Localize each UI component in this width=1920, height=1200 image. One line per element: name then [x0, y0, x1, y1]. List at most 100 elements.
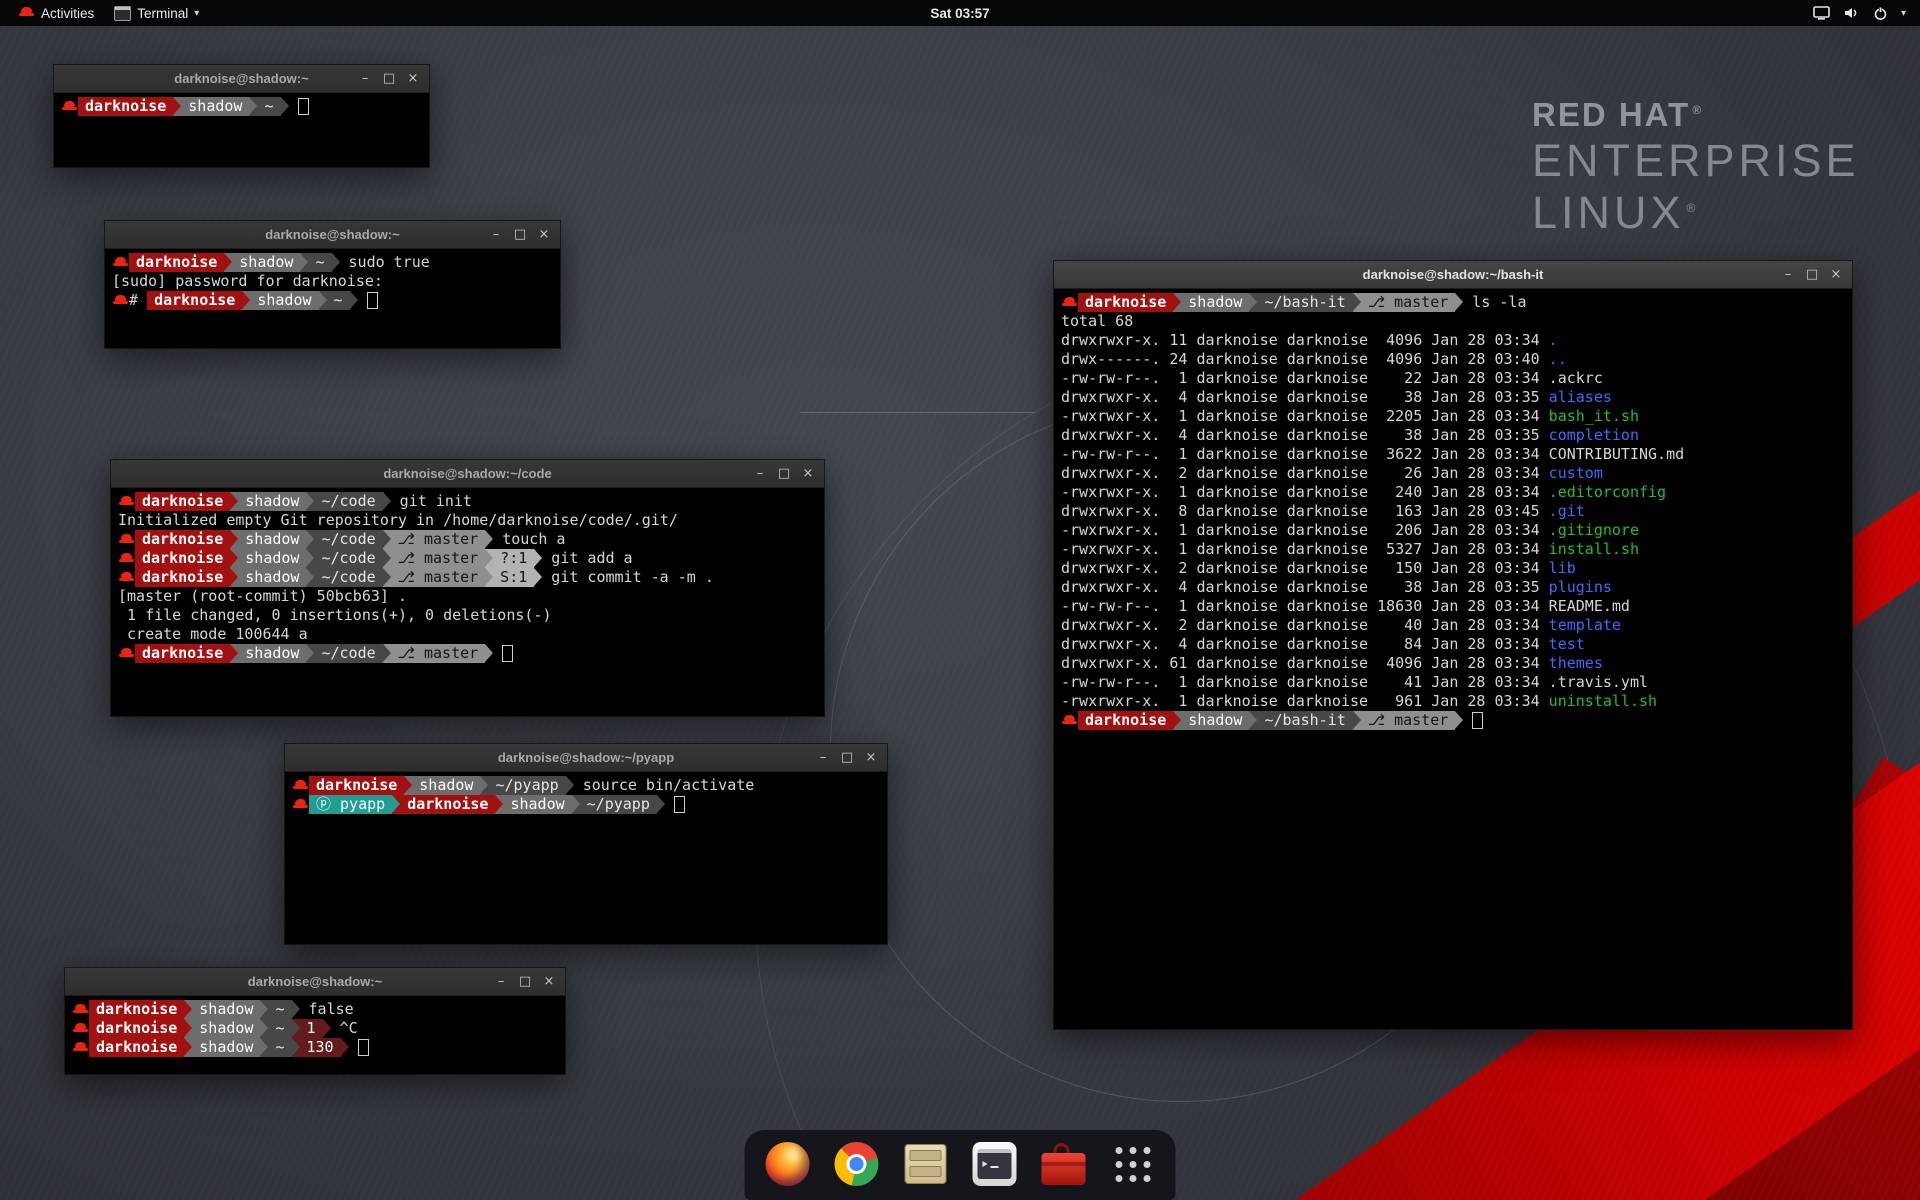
- maximize-button[interactable]: □: [837, 748, 857, 768]
- close-button[interactable]: ×: [534, 225, 554, 245]
- close-button[interactable]: ×: [798, 464, 818, 484]
- powerline-separator-icon: [1353, 711, 1361, 730]
- close-button[interactable]: ×: [1826, 265, 1846, 285]
- powerline-separator-icon: [281, 97, 289, 116]
- prompt-segment-host: shadow: [238, 492, 306, 511]
- prompt-segment-host: shadow: [181, 97, 249, 116]
- file-attributes: -rwxrwxr-x. 1 darknoise darknoise 2205 J…: [1061, 407, 1549, 425]
- file-name: uninstall.sh: [1549, 692, 1657, 710]
- prompt-segment-path: ~/code: [314, 644, 382, 663]
- maximize-button[interactable]: □: [1802, 265, 1822, 285]
- dock-item-toolbox[interactable]: [1041, 1141, 1087, 1187]
- terminal-output-line: [master (root-commit) 50bcb63] .: [118, 587, 817, 606]
- powerline-separator-icon: [404, 776, 412, 795]
- terminal-body[interactable]: darknoiseshadow~/pyapp source bin/activa…: [285, 772, 887, 945]
- minimize-button[interactable]: –: [355, 69, 375, 89]
- maximize-button[interactable]: □: [774, 464, 794, 484]
- maximize-button[interactable]: □: [379, 69, 399, 89]
- file-attributes: -rwxrwxr-x. 1 darknoise darknoise 961 Ja…: [1061, 692, 1549, 710]
- window-title: darknoise@shadow:~/code: [111, 466, 824, 481]
- file-list-row: -rw-rw-r--. 1 darknoise darknoise 41 Jan…: [1061, 673, 1845, 692]
- file-name: plugins: [1549, 578, 1612, 596]
- powerline-separator-icon: [184, 1038, 192, 1057]
- window-titlebar[interactable]: darknoise@shadow:~/code – □ ×: [111, 460, 824, 488]
- file-name: .travis.yml: [1549, 673, 1648, 691]
- minimize-button[interactable]: –: [813, 748, 833, 768]
- powerline-separator-icon: [242, 291, 250, 310]
- file-attributes: -rwxrwxr-x. 1 darknoise darknoise 5327 J…: [1061, 540, 1549, 558]
- file-attributes: -rwxrwxr-x. 1 darknoise darknoise 206 Ja…: [1061, 521, 1549, 539]
- close-button[interactable]: ×: [861, 748, 881, 768]
- file-attributes: -rw-rw-r--. 1 darknoise darknoise 22 Jan…: [1061, 369, 1549, 387]
- terminal-prompt-line: darknoise shadow ~: [61, 97, 422, 116]
- redhat-logo-icon: [18, 5, 35, 21]
- redhat-prompt-icon: [1061, 293, 1078, 312]
- window-titlebar[interactable]: darknoise@shadow:~ – □ ×: [65, 968, 565, 996]
- close-button[interactable]: ×: [403, 69, 423, 89]
- minimize-button[interactable]: –: [750, 464, 770, 484]
- redhat-prompt-icon: [61, 97, 78, 116]
- app-menu-terminal[interactable]: Terminal ▾: [104, 0, 209, 26]
- terminal-cursor: [367, 292, 378, 309]
- terminal-output-line: Initialized empty Git repository in /hom…: [118, 511, 817, 530]
- dock-item-chrome[interactable]: [834, 1141, 880, 1187]
- terminal-prompt-line: darknoiseshadow~/code git init: [118, 492, 817, 511]
- dock-item-terminal[interactable]: [972, 1141, 1018, 1187]
- powerline-separator-icon: [300, 253, 308, 272]
- prompt-segment-user: darknoise: [89, 1038, 184, 1057]
- window-titlebar[interactable]: darknoise@shadow:~/pyapp – □ ×: [285, 744, 887, 772]
- prompt-segment-git: ⎇ master: [1361, 711, 1456, 730]
- chrome-icon: [835, 1142, 879, 1186]
- prompt-segment-path: ~: [327, 291, 350, 310]
- redhat-prompt-icon: [118, 492, 135, 511]
- dock-item-firefox[interactable]: [765, 1141, 811, 1187]
- dock-item-app-grid[interactable]: [1110, 1141, 1156, 1187]
- file-name: template: [1549, 616, 1621, 634]
- file-attributes: -rw-rw-r--. 1 darknoise darknoise 41 Jan…: [1061, 673, 1549, 691]
- terminal-body[interactable]: darknoiseshadow~ falsedarknoiseshadow~1 …: [65, 996, 565, 1075]
- prompt-segment-path: ~: [257, 97, 280, 116]
- file-list-row: drwxrwxr-x. 11 darknoise darknoise 4096 …: [1061, 331, 1845, 350]
- window-titlebar[interactable]: darknoise@shadow:~/bash-it – □ ×: [1054, 261, 1852, 289]
- window-titlebar[interactable]: darknoise@shadow:~ – □ ×: [54, 65, 429, 93]
- clock[interactable]: Sat 03:57: [930, 6, 989, 21]
- chevron-down-icon: ▾: [1901, 8, 1906, 19]
- prompt-segment-user: darknoise: [89, 1000, 184, 1019]
- window-titlebar[interactable]: darknoise@shadow:~ – □ ×: [105, 221, 560, 249]
- dock-item-files[interactable]: [903, 1141, 949, 1187]
- system-status-area[interactable]: ▾: [1813, 6, 1912, 21]
- minimize-button[interactable]: –: [486, 225, 506, 245]
- redhat-prompt-icon: [118, 644, 135, 663]
- file-attributes: drwxrwxr-x. 2 darknoise darknoise 26 Jan…: [1061, 464, 1549, 482]
- prompt-segment-exit: 130: [300, 1038, 341, 1057]
- powerline-separator-icon: [323, 1019, 331, 1038]
- terminal-cursor: [674, 796, 685, 813]
- minimize-button[interactable]: –: [1778, 265, 1798, 285]
- file-list-row: drwxrwxr-x. 4 darknoise darknoise 84 Jan…: [1061, 635, 1845, 654]
- terminal-body[interactable]: darknoiseshadow~/bash-it⎇ master ls -lat…: [1054, 289, 1852, 1030]
- terminal-prompt-line: darknoiseshadow~/code⎇ masterS:1 git com…: [118, 568, 817, 587]
- terminal-body[interactable]: darknoiseshadow~ sudo true[sudo] passwor…: [105, 249, 560, 349]
- file-attributes: drwxrwxr-x. 61 darknoise darknoise 4096 …: [1061, 654, 1549, 672]
- terminal-body[interactable]: darknoiseshadow~/code git initInitialize…: [111, 488, 824, 717]
- minimize-button[interactable]: –: [491, 972, 511, 992]
- prompt-segment-user: darknoise: [1078, 711, 1173, 730]
- prompt-segment-path: ~/bash-it: [1257, 293, 1352, 312]
- prompt-segment-user: darknoise: [135, 530, 230, 549]
- file-list-row: -rwxrwxr-x. 1 darknoise darknoise 961 Ja…: [1061, 692, 1845, 711]
- maximize-button[interactable]: □: [510, 225, 530, 245]
- activities-button[interactable]: Activities: [8, 0, 104, 26]
- prompt-segment-path: ~/bash-it: [1257, 711, 1352, 730]
- redhat-prompt-icon: [292, 795, 309, 814]
- prompt-segment-git: ⎇ master: [391, 568, 486, 587]
- close-button[interactable]: ×: [539, 972, 559, 992]
- prompt-segment-venv: ⓟ pyapp: [309, 795, 392, 814]
- prompt-segment-user: darknoise: [78, 97, 173, 116]
- maximize-button[interactable]: □: [515, 972, 535, 992]
- terminal-body[interactable]: darknoise shadow ~: [54, 93, 429, 168]
- file-name: CONTRIBUTING.md: [1549, 445, 1684, 463]
- file-attributes: -rw-rw-r--. 1 darknoise darknoise 3622 J…: [1061, 445, 1549, 463]
- window-title: darknoise@shadow:~/pyapp: [285, 750, 887, 765]
- powerline-separator-icon: [230, 568, 238, 587]
- file-list-row: drwxrwxr-x. 61 darknoise darknoise 4096 …: [1061, 654, 1845, 673]
